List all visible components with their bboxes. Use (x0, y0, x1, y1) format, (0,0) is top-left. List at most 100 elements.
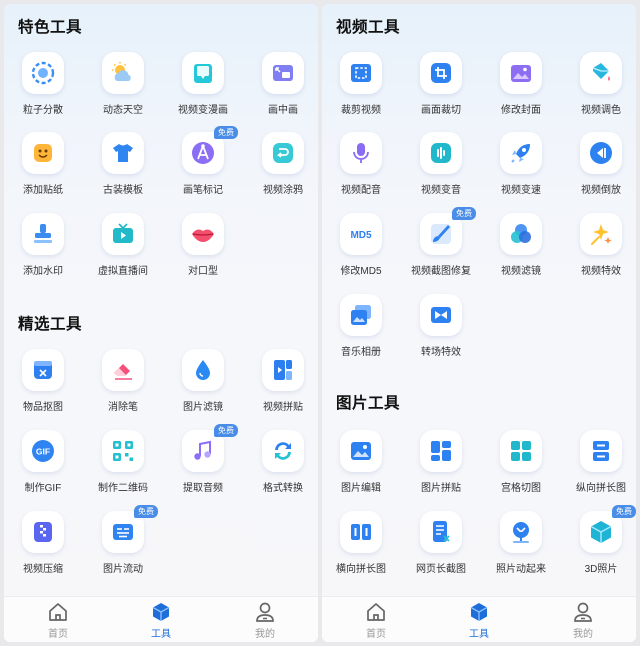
tool-image-flow[interactable]: 免费 图片流动 (83, 505, 163, 583)
home-icon (365, 601, 387, 623)
free-badge: 免费 (612, 505, 636, 518)
tool-add-watermark[interactable]: 添加水印 (4, 213, 83, 285)
tool-video-color-grade[interactable]: 视频调色 (561, 52, 636, 124)
tool-particle-scatter[interactable]: 粒子分散 (4, 52, 83, 124)
tool-label: 动态天空 (103, 105, 143, 116)
webpage-screenshot-icon (420, 511, 462, 553)
doodle-icon (262, 132, 304, 174)
tool-label: 纵向拼长图 (576, 483, 626, 494)
tab-label: 工具 (469, 629, 489, 640)
tool-label: 视频调色 (581, 105, 621, 116)
tool-label: 照片动起来 (496, 564, 546, 575)
convert-arrows-icon (262, 430, 304, 472)
tool-picture-in-picture[interactable]: 画中画 (243, 52, 318, 124)
tool-label: 宫格切图 (501, 483, 541, 494)
photo-album-icon (340, 294, 382, 336)
tab-mine[interactable]: 我的 (553, 601, 613, 641)
filter-circles-icon (500, 213, 542, 255)
tool-label: 虚拟直播间 (98, 266, 148, 277)
tool-video-dubbing[interactable]: 视频配音 (322, 132, 401, 204)
tool-vertical-stitch[interactable]: 纵向拼长图 (561, 430, 636, 502)
tool-video-reverse[interactable]: 视频倒放 (561, 132, 636, 204)
tool-image-edit[interactable]: 图片编辑 (322, 430, 401, 502)
tool-lip-sync[interactable]: 对口型 (163, 213, 243, 285)
tool-add-sticker[interactable]: 添加贴纸 (4, 132, 83, 204)
tool-costume-template[interactable]: 古装模板 (83, 132, 163, 204)
tool-video-filter[interactable]: 视频滤镜 (481, 213, 561, 285)
gif-icon: GIF (22, 430, 64, 472)
comic-book-icon (182, 52, 224, 94)
tool-label: 粒子分散 (23, 105, 63, 116)
tool-image-collage[interactable]: 图片拼贴 (401, 430, 481, 502)
tool-label: 图片编辑 (341, 483, 381, 494)
tool-label: 图片拼贴 (421, 483, 461, 494)
tool-label: 视频拼贴 (263, 402, 303, 413)
tool-video-effects[interactable]: 视频特效 (561, 213, 636, 285)
tool-video-doodle[interactable]: 视频涂鸦 (243, 132, 318, 204)
tool-label: 对口型 (188, 266, 218, 277)
tab-label: 我的 (255, 629, 275, 640)
tool-label: 视频压缩 (23, 564, 63, 575)
tool-format-convert[interactable]: 格式转换 (243, 430, 318, 502)
tool-label: 提取音频 (183, 483, 223, 494)
tab-label: 我的 (573, 629, 593, 640)
tool-make-qr-code[interactable]: 制作二维码 (83, 430, 163, 502)
tool-grid-cut[interactable]: 宫格切图 (481, 430, 561, 502)
tool-label: 横向拼长图 (336, 564, 386, 575)
tab-tools[interactable]: 工具 (449, 601, 509, 641)
tool-label: 修改封面 (501, 105, 541, 116)
tab-home[interactable]: 首页 (28, 601, 88, 641)
tool-crop-video[interactable]: 裁剪视频 (322, 52, 401, 124)
tool-video-to-comic[interactable]: 视频变漫画 (163, 52, 243, 124)
tool-edit-cover[interactable]: 修改封面 (481, 52, 561, 124)
tool-label: 3D照片 (584, 564, 618, 575)
tool-brush-mark[interactable]: 免费 画笔标记 (163, 126, 243, 204)
tool-label: 图片滤镜 (183, 402, 223, 413)
tool-video-voice-change[interactable]: 视频变音 (401, 132, 481, 204)
tool-make-gif[interactable]: GIF 制作GIF (4, 430, 83, 502)
tool-label: 制作二维码 (98, 483, 148, 494)
tab-label: 首页 (48, 629, 68, 640)
tab-mine[interactable]: 我的 (235, 601, 295, 641)
tool-virtual-live-room[interactable]: 虚拟直播间 (83, 213, 163, 285)
tool-video-screenshot-repair[interactable]: 免费 视频截图修复 (401, 207, 481, 285)
tool-video-compress[interactable]: 视频压缩 (4, 511, 83, 583)
right-screen: 视频工具 裁剪视频 画面裁切 修改封面 视频调色 视频配音 视频变音 视频变速 … (322, 4, 636, 642)
tool-label: 物品抠图 (23, 402, 63, 413)
tool-3d-photo[interactable]: 免费 3D照片 (561, 505, 636, 583)
tool-video-speed[interactable]: 视频变速 (481, 132, 561, 204)
tab-tools[interactable]: 工具 (131, 601, 191, 641)
tool-label: 视频变漫画 (178, 105, 228, 116)
profile-icon (254, 601, 276, 623)
tool-object-cutout[interactable]: 物品抠图 (4, 349, 83, 421)
tool-label: 图片流动 (103, 564, 143, 575)
grid-cut-icon (500, 430, 542, 472)
tool-image-filter[interactable]: 图片滤镜 (163, 349, 243, 421)
free-badge: 免费 (134, 505, 158, 518)
tool-label: 添加水印 (23, 266, 63, 277)
tool-video-collage[interactable]: 视频拼贴 (243, 349, 318, 421)
toolbox-cube-icon (468, 601, 490, 623)
tool-label: 视频变音 (421, 185, 461, 196)
rewind-icon (580, 132, 622, 174)
cutout-icon (22, 349, 64, 391)
tool-edit-md5[interactable]: MD5 修改MD5 (322, 213, 401, 285)
tool-frame-crop[interactable]: 画面裁切 (401, 52, 481, 124)
vertical-stitch-icon (580, 430, 622, 472)
tool-label: 修改MD5 (340, 266, 382, 277)
tool-animate-photo[interactable]: 照片动起来 (481, 511, 561, 583)
tool-transition-effects[interactable]: 转场特效 (401, 294, 481, 366)
tool-label: 视频滤镜 (501, 266, 541, 277)
qr-code-icon (102, 430, 144, 472)
sparkle-wand-icon (580, 213, 622, 255)
tool-webpage-long-screenshot[interactable]: 网页长截图 (401, 511, 481, 583)
tool-music-album[interactable]: 音乐相册 (322, 294, 401, 366)
tool-horizontal-stitch[interactable]: 横向拼长图 (322, 511, 401, 583)
tool-eraser-pen[interactable]: 消除笔 (83, 349, 163, 421)
tab-home[interactable]: 首页 (346, 601, 406, 641)
bottom-tab-bar: 首页 工具 我的 (4, 596, 318, 642)
tool-label: 裁剪视频 (341, 105, 381, 116)
svg-text:GIF: GIF (36, 447, 50, 457)
tool-dynamic-sky[interactable]: 动态天空 (83, 52, 163, 124)
tool-extract-audio[interactable]: 免费 提取音频 (163, 424, 243, 502)
